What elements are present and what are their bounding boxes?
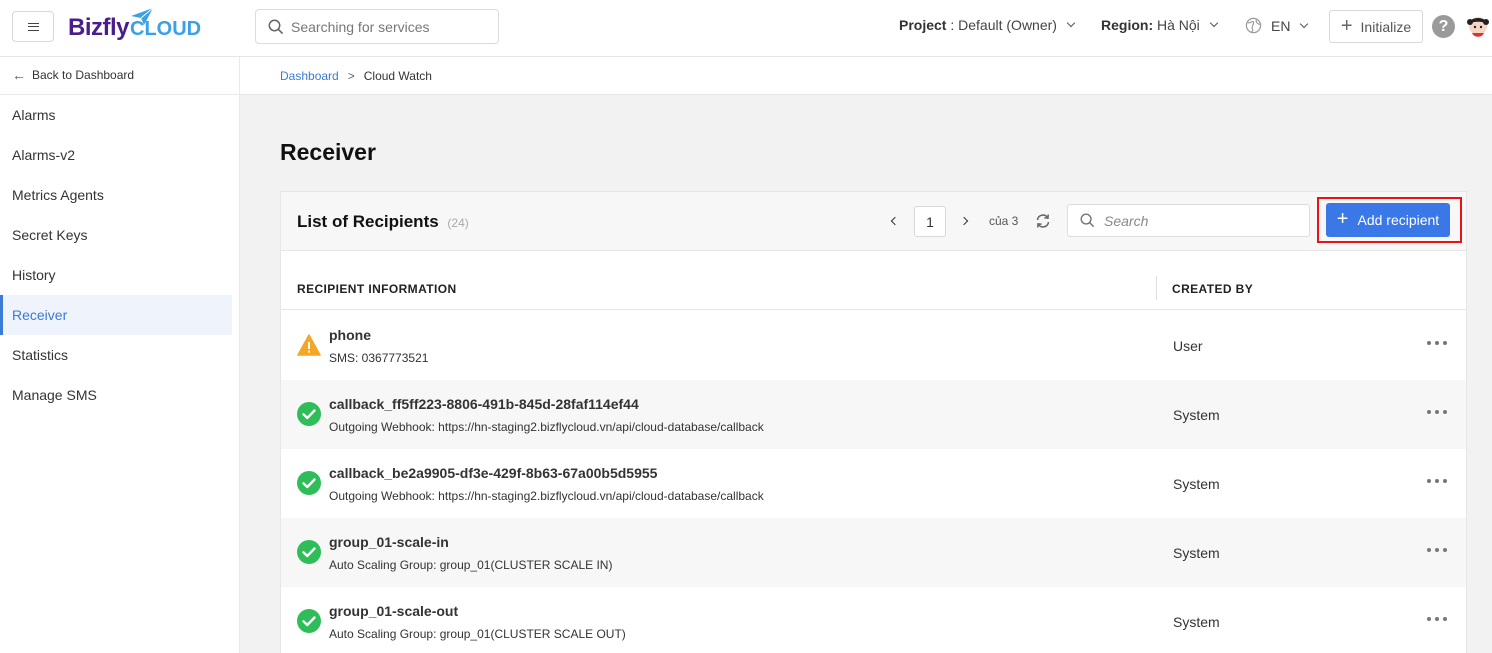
table-row[interactable]: callback_be2a9905-df3e-429f-8b63-67a00b5… xyxy=(281,449,1466,518)
language-code: EN xyxy=(1271,17,1291,34)
sidebar-item-receiver[interactable]: Receiver xyxy=(0,295,232,335)
recipient-created-by: User xyxy=(1173,338,1203,354)
table-row[interactable]: group_01-scale-out Auto Scaling Group: g… xyxy=(281,587,1466,653)
language-selector[interactable]: EN xyxy=(1245,17,1309,34)
project-label: Project xyxy=(899,17,947,33)
row-more-actions-icon[interactable] xyxy=(1427,471,1447,491)
recipient-created-by: System xyxy=(1173,407,1220,423)
add-recipient-label: Add recipient xyxy=(1357,212,1440,228)
row-more-actions-icon[interactable] xyxy=(1427,333,1447,353)
plus-icon: + xyxy=(1340,14,1353,37)
check-circle-icon xyxy=(297,609,321,633)
warning-icon xyxy=(297,334,321,356)
menu-button[interactable] xyxy=(12,11,54,42)
search-icon xyxy=(1080,213,1095,228)
panel-title-text: List of Recipients xyxy=(297,212,439,231)
chevron-down-icon xyxy=(1066,18,1076,28)
table-header: RECIPIENT INFORMATION CREATED BY xyxy=(281,252,1466,310)
recipient-detail: Auto Scaling Group: group_01(CLUSTER SCA… xyxy=(329,558,613,572)
back-to-dashboard-link[interactable]: ← Back to Dashboard xyxy=(12,68,134,82)
sidebar-item-history[interactable]: History xyxy=(0,255,232,295)
sidebar-item-statistics[interactable]: Statistics xyxy=(0,335,232,375)
recipient-detail: Outgoing Webhook: https://hn-staging2.bi… xyxy=(329,489,764,503)
project-value: : Default (Owner) xyxy=(946,17,1057,33)
sidebar-item-alarms[interactable]: Alarms xyxy=(0,95,232,135)
breadcrumb-separator: > xyxy=(347,68,355,83)
add-recipient-button[interactable]: + Add recipient xyxy=(1326,203,1450,237)
sidebar-item-metrics-agents[interactable]: Metrics Agents xyxy=(0,175,232,215)
sidebar: ← Back to Dashboard Alarms Alarms-v2 Met… xyxy=(0,57,240,653)
recipients-panel: List of Recipients (24) 1 của 3 Search +… xyxy=(280,191,1467,653)
logo-word: Bizfly xyxy=(68,14,130,41)
recipient-created-by: System xyxy=(1173,476,1220,492)
recipient-detail: Outgoing Webhook: https://hn-staging2.bi… xyxy=(329,420,764,434)
column-divider xyxy=(1156,276,1157,300)
sidebar-item-secret-keys[interactable]: Secret Keys xyxy=(0,215,232,255)
page-title: Receiver xyxy=(280,139,376,165)
arrow-left-icon: ← xyxy=(12,67,26,83)
row-more-actions-icon[interactable] xyxy=(1427,540,1447,560)
sidebar-nav: Alarms Alarms-v2 Metrics Agents Secret K… xyxy=(0,95,232,415)
initialize-button[interactable]: + Initialize xyxy=(1329,10,1423,43)
table-row[interactable]: group_01-scale-in Auto Scaling Group: gr… xyxy=(281,518,1466,587)
region-value: Hà Nội xyxy=(1153,17,1200,33)
previous-page-button[interactable] xyxy=(887,213,899,229)
breadcrumb-current: Cloud Watch xyxy=(363,68,432,83)
region-selector[interactable]: Region: Hà Nội xyxy=(1101,17,1219,33)
check-circle-icon xyxy=(297,402,321,426)
sidebar-item-manage-sms[interactable]: Manage SMS xyxy=(0,375,232,415)
region-label: Region: xyxy=(1101,17,1154,33)
page-total: của 3 xyxy=(989,214,1019,228)
check-circle-icon xyxy=(297,471,321,495)
search-icon xyxy=(268,19,284,34)
service-search-box[interactable] xyxy=(255,9,499,44)
recipient-name: group_01-scale-out xyxy=(329,603,459,619)
row-more-actions-icon[interactable] xyxy=(1427,402,1447,422)
breadcrumb-dashboard-link[interactable]: Dashboard xyxy=(280,69,339,83)
panel-header: List of Recipients (24) 1 của 3 Search +… xyxy=(281,192,1466,251)
logo-paper-plane-icon xyxy=(131,7,154,25)
recipient-created-by: System xyxy=(1173,545,1220,561)
recipient-search-box[interactable] xyxy=(1067,204,1310,237)
initialize-label: Initialize xyxy=(1360,18,1412,35)
table-row[interactable]: phone SMS: 0367773521 User xyxy=(281,311,1466,380)
check-circle-icon xyxy=(297,540,321,564)
recipient-detail: Auto Scaling Group: group_01(CLUSTER SCA… xyxy=(329,627,626,641)
recipient-name: group_01-scale-in xyxy=(329,534,449,550)
recipient-created-by: System xyxy=(1173,614,1220,630)
recipient-name: callback_ff5ff223-8806-491b-845d-28faf11… xyxy=(329,396,639,412)
project-selector[interactable]: Project : Default (Owner) xyxy=(899,17,1076,33)
table-row[interactable]: callback_ff5ff223-8806-491b-845d-28faf11… xyxy=(281,380,1466,449)
sidebar-item-alarms-v2[interactable]: Alarms-v2 xyxy=(0,135,232,175)
recipient-name: callback_be2a9905-df3e-429f-8b63-67a00b5… xyxy=(329,465,658,481)
recipient-search-input[interactable] xyxy=(1104,212,1294,229)
refresh-icon[interactable] xyxy=(1034,212,1052,230)
current-page-input[interactable]: 1 xyxy=(914,206,946,237)
menu-icon xyxy=(27,22,39,31)
help-icon[interactable]: ? xyxy=(1432,15,1455,38)
chevron-right-icon xyxy=(959,216,968,226)
breadcrumb: Dashboard > Cloud Watch xyxy=(240,57,1492,95)
column-recipient-information[interactable]: RECIPIENT INFORMATION xyxy=(297,282,457,296)
main-content: Dashboard > Cloud Watch Receiver List of… xyxy=(240,57,1492,653)
row-more-actions-icon[interactable] xyxy=(1427,609,1447,629)
recipient-name: phone xyxy=(329,327,371,343)
chevron-down-icon xyxy=(1209,18,1219,28)
column-created-by[interactable]: CREATED BY xyxy=(1172,282,1253,296)
recipient-count: (24) xyxy=(447,216,469,230)
globe-icon xyxy=(1245,17,1262,34)
bizfly-cloud-logo[interactable]: Bizfly CLOUD xyxy=(68,7,201,47)
panel-title: List of Recipients (24) xyxy=(297,212,469,232)
recipient-detail: SMS: 0367773521 xyxy=(329,351,429,365)
avatar-icon[interactable] xyxy=(1466,13,1490,39)
next-page-button[interactable] xyxy=(959,213,971,229)
top-header: Bizfly CLOUD Project : Default (Owner) R… xyxy=(0,0,1492,57)
recipient-list: phone SMS: 0367773521 User callback_ff5f… xyxy=(281,311,1466,653)
plus-icon: + xyxy=(1336,208,1349,230)
back-link-label: Back to Dashboard xyxy=(32,68,135,82)
chevron-down-icon xyxy=(1300,19,1309,28)
chevron-left-icon xyxy=(890,216,899,226)
service-search-input[interactable] xyxy=(291,18,481,35)
